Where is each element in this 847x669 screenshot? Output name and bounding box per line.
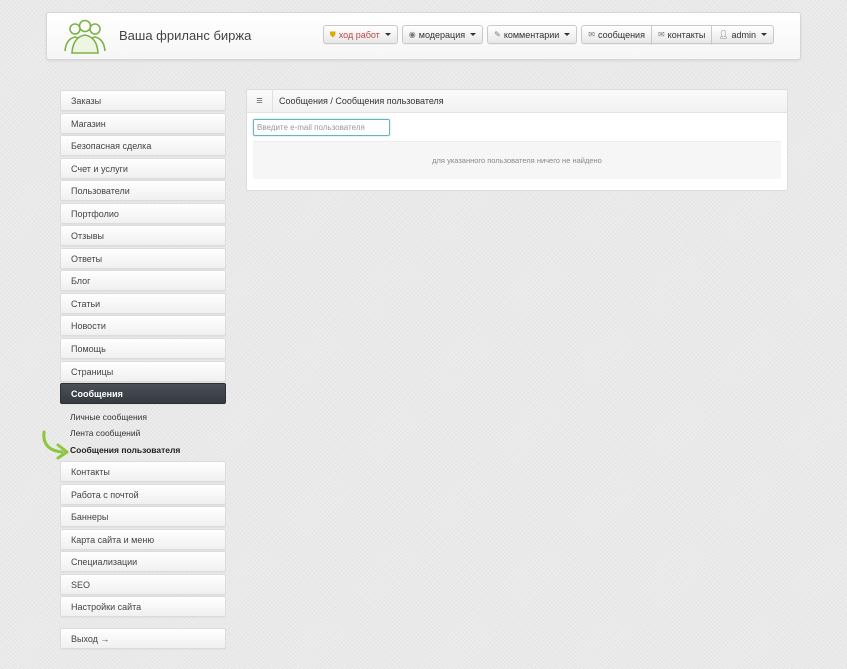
sidebar-item-blog[interactable]: Блог xyxy=(60,270,226,292)
panel-header: ≡ Сообщения / Сообщения пользователя xyxy=(247,90,787,113)
pencil-icon: ✎ xyxy=(494,30,501,39)
breadcrumb: Сообщения / Сообщения пользователя xyxy=(279,96,444,106)
comments-menu-button[interactable]: ✎ комментарии xyxy=(487,25,578,44)
sidebar-item-specializations[interactable]: Специализации xyxy=(60,551,226,573)
sidebar-item-reviews[interactable]: Отзывы xyxy=(60,225,226,247)
comments-menu-label: комментарии xyxy=(503,29,560,40)
envelope-icon: ✉ xyxy=(588,30,595,39)
logout-button[interactable]: Выход → xyxy=(60,628,226,650)
sidebar-item-mail[interactable]: Работа с почтой xyxy=(60,483,226,505)
sidebar-item-settings[interactable]: Настройки сайта xyxy=(60,596,226,618)
top-nav: ⛊ ход работ ◉ модерация ✎ комментарии ✉ … xyxy=(322,25,774,44)
chevron-down-icon xyxy=(384,33,391,36)
pointer-arrow-icon xyxy=(42,430,69,460)
progress-menu-button[interactable]: ⛊ ход работ xyxy=(322,25,398,44)
contacts-button[interactable]: ✉ контакты xyxy=(650,25,713,44)
messages-button[interactable]: ✉ сообщения xyxy=(581,25,652,44)
progress-menu-label: ход работ xyxy=(338,29,380,40)
admin-menu-button[interactable]: 👤︎ admin xyxy=(711,25,774,44)
app-header: Ваша фриланс биржа ⛊ ход работ ◉ модерац… xyxy=(46,12,801,60)
sidebar-item-orders[interactable]: Заказы xyxy=(60,90,226,111)
admin-label: admin xyxy=(731,29,756,40)
submenu-item-personal-messages[interactable]: Личные сообщения xyxy=(70,409,226,426)
contacts-label: контакты xyxy=(667,29,706,40)
user-icon: 👤︎ xyxy=(718,30,729,39)
chevron-down-icon xyxy=(761,33,767,36)
sidebar: Заказы Магазин Безопасная сделка Счет и … xyxy=(42,90,226,651)
sidebar-item-articles[interactable]: Статьи xyxy=(60,292,226,314)
submenu-item-message-feed[interactable]: Лента сообщений xyxy=(70,425,226,442)
sidebar-item-billing[interactable]: Счет и услуги xyxy=(60,157,226,179)
chevron-down-icon xyxy=(564,33,571,36)
sidebar-item-contacts[interactable]: Контакты xyxy=(60,461,226,483)
sidebar-item-banners[interactable]: Баннеры xyxy=(60,506,226,528)
submenu-item-user-messages[interactable]: Сообщения пользователя xyxy=(70,442,226,459)
sidebar-item-pages[interactable]: Страницы xyxy=(60,360,226,382)
team-logo-icon[interactable] xyxy=(61,19,109,55)
sidebar-item-answers[interactable]: Ответы xyxy=(60,247,226,269)
brand-title[interactable]: Ваша фриланс биржа xyxy=(119,28,251,43)
moderation-menu-button[interactable]: ◉ модерация xyxy=(401,25,484,44)
sidebar-item-seo[interactable]: SEO xyxy=(60,573,226,595)
sidebar-item-shop[interactable]: Магазин xyxy=(60,112,226,134)
sidebar-item-sitemap[interactable]: Карта сайта и меню xyxy=(60,528,226,550)
main-panel: ≡ Сообщения / Сообщения пользователя для… xyxy=(246,89,788,191)
chevron-down-icon xyxy=(470,33,477,36)
messages-submenu: Личные сообщения Лента сообщений Сообщен… xyxy=(42,406,226,462)
envelope-icon: ✉ xyxy=(657,30,665,39)
moderation-menu-label: модерация xyxy=(418,29,466,40)
sidebar-item-portfolio[interactable]: Портфолио xyxy=(60,202,226,224)
menu-toggle-button[interactable]: ≡ xyxy=(247,90,273,112)
sidebar-item-users[interactable]: Пользователи xyxy=(60,180,226,202)
eye-icon: ◉ xyxy=(408,30,416,39)
email-search-input[interactable] xyxy=(253,119,390,136)
shield-icon: ⛊ xyxy=(329,29,336,39)
messages-label: сообщения xyxy=(598,29,645,40)
hamburger-icon: ≡ xyxy=(256,95,263,107)
sidebar-item-news[interactable]: Новости xyxy=(60,315,226,337)
sidebar-item-help[interactable]: Помощь xyxy=(60,338,226,360)
sidebar-item-messages[interactable]: Сообщения xyxy=(60,383,226,405)
empty-results-message: для указанного пользователя ничего не на… xyxy=(253,141,781,179)
sidebar-item-safe-deal[interactable]: Безопасная сделка xyxy=(60,135,226,157)
